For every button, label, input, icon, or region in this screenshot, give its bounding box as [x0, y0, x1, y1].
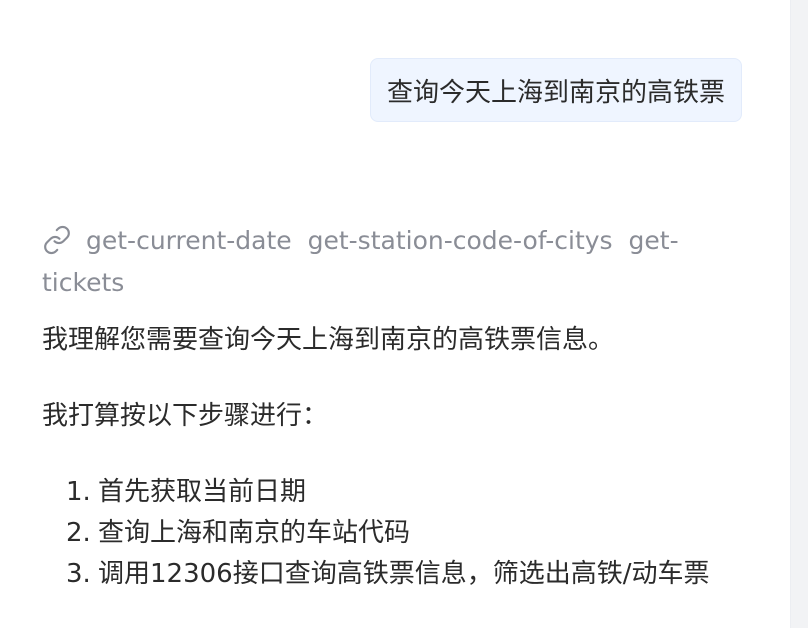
assistant-reply: 我理解您需要查询今天上海到南京的高铁票信息。 我打算按以下步骤进行： 1. 首先… — [42, 318, 732, 595]
user-message-bubble: 查询今天上海到南京的高铁票 — [369, 58, 742, 122]
step-text: 调用12306接口查询高铁票信息，筛选出高铁/动车票 — [98, 559, 710, 589]
list-item: 2. 查询上海和南京的车站代码 — [42, 513, 732, 554]
step-text: 首先获取当前日期 — [98, 477, 307, 507]
tool-name-get-station-code: get-station-code-of-citys — [307, 226, 613, 255]
step-text: 查询上海和南京的车站代码 — [98, 518, 411, 548]
assistant-plan-heading: 我打算按以下步骤进行： — [42, 401, 329, 431]
list-item: 3. 调用12306接口查询高铁票信息，筛选出高铁/动车票 — [42, 554, 732, 595]
step-number: 2. — [66, 518, 91, 548]
link-icon — [42, 225, 72, 255]
steps-list: 1. 首先获取当前日期 2. 查询上海和南京的车站代码 3. 调用12306接口… — [42, 472, 732, 595]
tool-calls-row: get-current-date get-station-code-of-cit… — [42, 220, 702, 304]
list-item: 1. 首先获取当前日期 — [42, 472, 732, 513]
tool-name-get-current-date: get-current-date — [86, 226, 292, 255]
chat-conversation: 查询今天上海到南京的高铁票 get-current-date get-stati… — [0, 0, 790, 628]
step-number: 3. — [66, 559, 91, 589]
scrollbar[interactable] — [790, 0, 808, 628]
step-number: 1. — [66, 477, 91, 507]
assistant-intro-text: 我理解您需要查询今天上海到南京的高铁票信息。 — [42, 325, 615, 355]
user-message-text: 查询今天上海到南京的高铁票 — [386, 77, 725, 108]
